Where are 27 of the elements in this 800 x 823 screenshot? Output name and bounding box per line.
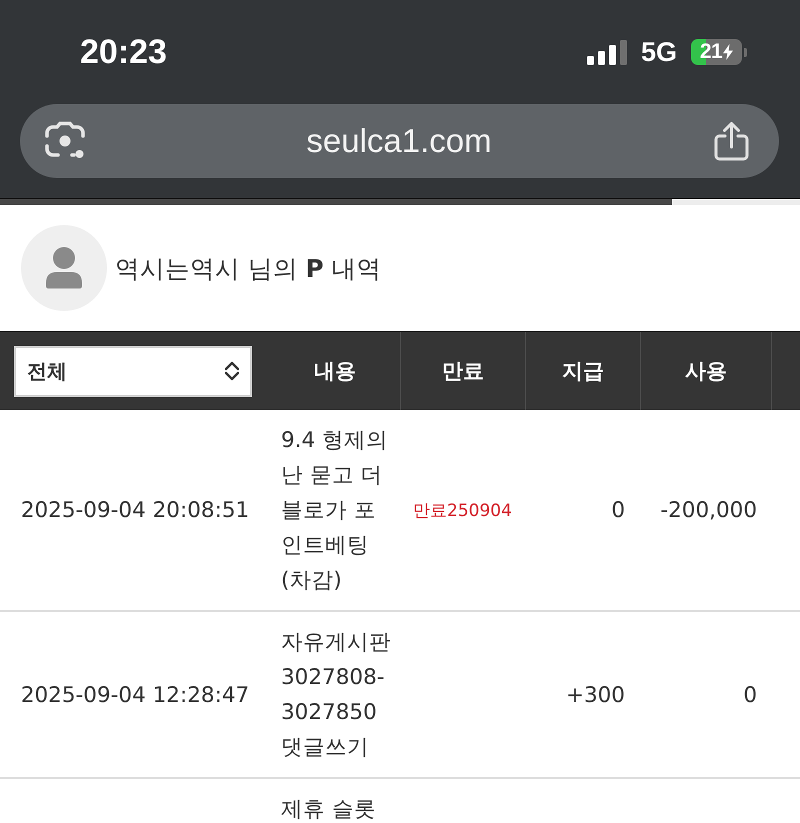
page-title: 역시는역시 님의 P 내역 — [115, 252, 382, 284]
points-used: 0 — [743, 682, 757, 708]
expiry-label: 만료250904 — [413, 500, 512, 522]
column-header: 사용 — [685, 358, 727, 385]
points-used: -200,000 — [660, 498, 757, 523]
date-text: 2025-09-04 20:08:51 — [20, 498, 250, 523]
share-icon[interactable] — [712, 121, 750, 161]
date-text: 2025-09-04 12:28:47 — [20, 682, 250, 708]
description-text: 제휴 슬롯 — [281, 796, 377, 823]
description-text: 9.4 형제의 난 묻고 더블로가 포인트베팅(차감) — [281, 427, 390, 595]
filter-select[interactable]: 전체 — [14, 346, 252, 396]
lens-icon[interactable] — [45, 121, 85, 161]
address-bar[interactable]: seulca1.com — [20, 104, 779, 178]
points-earned: 0 — [611, 498, 625, 523]
points-earned: +300 — [566, 682, 625, 708]
network-label: 5G — [640, 36, 677, 68]
description-text: 자유게시판 3027808-3027850 댓글쓰기 — [281, 629, 391, 762]
column-header: 지급 — [562, 358, 604, 385]
url-text: seulca1.com — [306, 122, 492, 160]
signal-icon — [586, 40, 627, 64]
avatar-icon — [21, 225, 107, 311]
battery-tip-icon — [744, 48, 747, 56]
status-time: 20:23 — [80, 32, 167, 72]
lightning-bolt-icon — [723, 44, 734, 60]
column-header: 만료 — [442, 358, 484, 385]
updown-caret-icon — [224, 361, 240, 381]
column-header: 내용 — [314, 358, 356, 385]
